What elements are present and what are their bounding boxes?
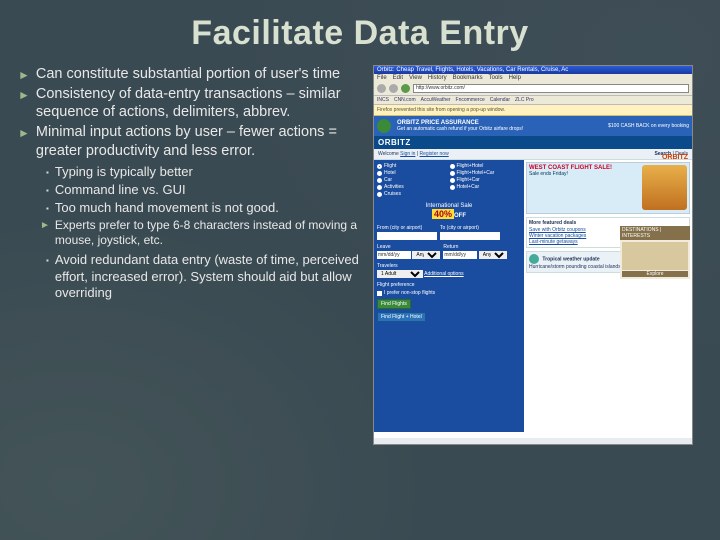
welcome-text: Welcome [378, 151, 399, 157]
intl-percent: 40% [432, 209, 454, 219]
browser-menubar: File Edit View History Bookmarks Tools H… [374, 74, 692, 82]
sub-bullet-2: Command line vs. GUI [55, 182, 186, 198]
pref-label: Flight preference [377, 282, 521, 288]
radio-label: Activities [384, 184, 404, 190]
explore-button[interactable]: Explore [622, 271, 688, 277]
bullet-3: Minimal input actions by user – fewer ac… [36, 123, 363, 159]
bullet-arrow-icon: ► [18, 126, 30, 159]
radio-label: Cruises [384, 191, 401, 197]
promo-badge: $100 CASH BACK on every booking [608, 123, 689, 129]
signin-link[interactable]: Sign in [400, 151, 415, 157]
radio-label: Flight+Hotel [457, 163, 484, 169]
popup-blocked-notice[interactable]: Firefox prevented this site from opening… [374, 105, 692, 116]
radio-flight-hotel[interactable]: Flight+Hotel [450, 163, 522, 169]
radio-hotel-car[interactable]: Hotel+Car [450, 184, 522, 190]
to-label: To (city or airport) [440, 225, 500, 231]
radio-flight-car[interactable]: Flight+Car [450, 177, 522, 183]
bookmark-item[interactable]: Fncommerce [456, 97, 485, 103]
sub-bullet-3: Too much hand movement is not good. [55, 200, 279, 216]
radio-label: Flight [384, 163, 396, 169]
bullet-arrow-icon: ► [18, 68, 30, 83]
radio-label: Hotel [384, 170, 396, 176]
site-logo-secondary: ORBITZ [662, 154, 688, 161]
square-bullet-icon: ▪ [46, 168, 49, 180]
sidebar-ad[interactable]: WEST COAST FLIGHT SALE! Sale ends Friday… [526, 162, 690, 214]
menu-item[interactable]: Bookmarks [453, 75, 483, 81]
travelers-select[interactable]: 1 Adult [377, 270, 423, 278]
sub-bullet-1: Typing is typically better [55, 164, 193, 180]
menu-item[interactable]: Help [509, 75, 521, 81]
to-input[interactable] [440, 232, 500, 240]
site-logo[interactable]: ORBITZ [374, 136, 692, 149]
bookmark-item[interactable]: Calendar [490, 97, 510, 103]
return-label: Return [443, 244, 506, 250]
bookmark-item[interactable]: INCS [377, 97, 389, 103]
radio-car[interactable]: Car [377, 177, 449, 183]
promo-subtitle: Get an automatic cash refund if your Orb… [397, 126, 523, 132]
register-link[interactable]: Register now [420, 151, 449, 157]
checkbox-label: I prefer non-stop flights [384, 290, 435, 296]
shield-icon [377, 119, 391, 133]
square-bullet-icon: ▪ [46, 204, 49, 216]
return-time-select[interactable]: Anytime [479, 251, 507, 259]
browser-titlebar: Orbitz: Cheap Travel, Flights, Hotels, V… [374, 66, 692, 74]
promo-banner: ORBITZ PRICE ASSURANCE Get an automatic … [374, 116, 692, 136]
search-panel: Flight Hotel Car Activities Cruises Flig… [374, 160, 524, 432]
menu-item[interactable]: File [377, 75, 387, 81]
radio-cruises[interactable]: Cruises [377, 191, 449, 197]
bullet-2: Consistency of data-entry transactions –… [36, 85, 363, 121]
nonstop-checkbox[interactable]: I prefer non-stop flights [377, 290, 521, 296]
menu-item[interactable]: Edit [393, 75, 403, 81]
radio-flight-hotel-car[interactable]: Flight+Hotel+Car [450, 170, 522, 176]
find-flight-hotel-button[interactable]: Find Flight + Hotel [377, 312, 426, 322]
destinations-heading: DESTINATIONS | INTERESTS [620, 226, 690, 240]
radio-hotel[interactable]: Hotel [377, 170, 449, 176]
slide-body: ► Can constitute substantial portion of u… [18, 65, 363, 445]
forward-button[interactable] [389, 84, 398, 93]
hurricane-icon [529, 254, 539, 264]
bookmark-item[interactable]: AccuWeather [421, 97, 451, 103]
intl-off: OFF [454, 213, 466, 219]
find-flights-button[interactable]: Find Flights [377, 299, 411, 309]
sub-sub-bullet: Experts prefer to type 6-8 characters in… [55, 218, 363, 248]
address-bar[interactable]: http://www.orbitz.com/ [413, 84, 689, 93]
radio-label: Flight+Hotel+Car [457, 170, 495, 176]
radio-label: Hotel+Car [457, 184, 480, 190]
leave-date-input[interactable] [377, 251, 411, 259]
square-bullet-icon: ▪ [46, 256, 49, 301]
map-image [622, 242, 688, 270]
intl-sale-banner[interactable]: International Sale 40%OFF [377, 201, 521, 221]
from-input[interactable] [377, 232, 437, 240]
bookmark-item[interactable]: ZLC Pro [515, 97, 534, 103]
square-bullet-icon: ▪ [46, 186, 49, 198]
browser-toolbar: http://www.orbitz.com/ [374, 82, 692, 96]
return-date-input[interactable] [443, 251, 477, 259]
bullet-1: Can constitute substantial portion of us… [36, 65, 340, 83]
from-label: From (city or airport) [377, 225, 437, 231]
browser-screenshot: Orbitz: Cheap Travel, Flights, Hotels, V… [373, 65, 693, 445]
menu-item[interactable]: History [428, 75, 447, 81]
reload-button[interactable] [401, 84, 410, 93]
radio-label: Flight+Car [457, 177, 480, 183]
bridge-image [642, 165, 687, 210]
additional-options-link[interactable]: Additional options [424, 271, 463, 277]
weather-heading: Tropical weather update [542, 256, 599, 262]
radio-flight[interactable]: Flight [377, 163, 449, 169]
leave-time-select[interactable]: Anytime [412, 251, 440, 259]
menu-item[interactable]: View [409, 75, 422, 81]
radio-activities[interactable]: Activities [377, 184, 449, 190]
bookmark-item[interactable]: CNN.com [394, 97, 416, 103]
travelers-label: Travelers [377, 263, 521, 269]
menu-item[interactable]: Tools [489, 75, 503, 81]
bullet-arrow-icon: ► [40, 220, 50, 248]
destinations-panel: DESTINATIONS | INTERESTS Explore [620, 226, 690, 279]
bullet-arrow-icon: ► [18, 88, 30, 121]
slide-title: Facilitate Data Entry [18, 14, 702, 53]
bookmarks-bar: INCS CNN.com AccuWeather Fncommerce Cale… [374, 96, 692, 105]
radio-label: Car [384, 177, 392, 183]
sub-bullet-4: Avoid redundant data entry (waste of tim… [55, 252, 363, 301]
back-button[interactable] [377, 84, 386, 93]
leave-label: Leave [377, 244, 440, 250]
